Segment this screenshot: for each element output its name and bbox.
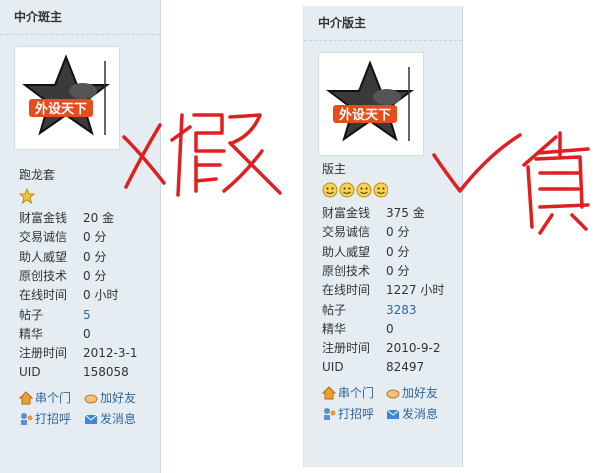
- send-message-button[interactable]: 发消息: [386, 405, 438, 423]
- envelope-icon: [386, 409, 400, 419]
- stat-row: 精华 0: [322, 320, 452, 338]
- smiley-icon: [322, 182, 338, 198]
- stat-value: 0 分: [386, 225, 410, 240]
- stat-label: 注册时间: [322, 341, 371, 356]
- svg-text:外设天下: 外设天下: [338, 107, 391, 123]
- logo-image: 外设天下: [21, 53, 111, 141]
- stat-value: 0: [83, 326, 91, 341]
- star-icon: [18, 187, 36, 205]
- stat-row: 助人威望 0 分: [19, 248, 149, 266]
- handshake-icon: [84, 394, 98, 404]
- svg-text:外设天下: 外设天下: [34, 101, 87, 117]
- envelope-icon: [84, 414, 98, 424]
- stat-row: 注册时间 2012-3-1: [19, 344, 149, 362]
- stat-label: 财富金钱: [322, 206, 371, 220]
- stat-value: 0 小时: [83, 288, 119, 303]
- handshake-icon: [386, 389, 400, 399]
- stat-row: 原创技术 0 分: [19, 267, 149, 285]
- smiley-icon: [339, 182, 355, 198]
- smiley-icon: [356, 182, 372, 198]
- stat-label: 在线时间: [322, 283, 371, 298]
- stat-value: 0 分: [386, 244, 410, 259]
- stat-label: 在线时间: [19, 288, 68, 303]
- stat-label: 原创技术: [322, 263, 371, 278]
- fake-scribble: [122, 113, 282, 197]
- user-rank: 跑龙套: [19, 168, 56, 182]
- rank-stars: [18, 187, 36, 206]
- stat-row: 助人威望 0 分: [322, 243, 452, 261]
- user-rank: 版主: [322, 162, 347, 176]
- stat-label: UID: [322, 360, 344, 375]
- posts-count-link[interactable]: 5: [83, 306, 91, 324]
- stat-value: 158058: [83, 365, 129, 380]
- rank-smileys: [322, 182, 389, 200]
- greet-button[interactable]: 打招呼: [19, 410, 71, 428]
- stat-label: 精华: [19, 326, 44, 341]
- visit-button[interactable]: 串个门: [18, 389, 71, 407]
- stat-value: 0 分: [386, 263, 410, 278]
- stat-row: 帖子 3283: [322, 301, 452, 319]
- stat-row: 注册时间 2010-9-2: [322, 339, 452, 357]
- home-icon: [321, 386, 337, 400]
- stat-value: 0: [386, 321, 394, 336]
- stat-label: UID: [19, 365, 41, 380]
- stat-label: 帖子: [19, 307, 44, 322]
- send-message-button[interactable]: 发消息: [84, 410, 136, 428]
- visit-button[interactable]: 串个门: [321, 384, 374, 402]
- stat-label: 交易诚信: [19, 230, 68, 245]
- avatar[interactable]: 外设天下: [14, 46, 120, 150]
- stat-label: 交易诚信: [322, 225, 371, 240]
- username[interactable]: 中介斑主: [0, 0, 160, 35]
- stat-row: UID 158058: [19, 363, 149, 381]
- user-panel-real: 中介版主 外设天下 版主 财富金钱 375 金交易诚信 0 分助人威望 0 分原创技术…: [303, 6, 463, 467]
- stat-value: 0 分: [83, 230, 107, 245]
- stat-label: 精华: [322, 321, 347, 336]
- username[interactable]: 中介版主: [304, 6, 462, 41]
- posts-count-link[interactable]: 3283: [386, 301, 417, 319]
- stat-value: 0 分: [83, 268, 107, 283]
- stat-value: 2012-3-1: [83, 346, 138, 361]
- stat-value: 0 分: [83, 249, 107, 264]
- user-panel-fake: 中介斑主 外设天下 跑龙套 财富金钱 20 金交易诚信 0 分助人威望 0 分原创技术…: [0, 0, 161, 473]
- smiley-icon: [373, 182, 389, 198]
- avatar[interactable]: 外设天下: [318, 52, 424, 156]
- stat-value: 2010-9-2: [386, 341, 441, 356]
- stat-row: 帖子 5: [19, 306, 149, 324]
- stat-label: 助人威望: [322, 244, 371, 259]
- stat-row: 财富金钱 20 金: [19, 209, 149, 227]
- stat-row: 在线时间 1227 小时: [322, 281, 452, 299]
- real-scribble: [432, 131, 590, 235]
- stat-label: 原创技术: [19, 268, 68, 283]
- stat-label: 帖子: [322, 302, 347, 317]
- stat-row: 原创技术 0 分: [322, 262, 452, 280]
- home-icon: [18, 391, 34, 405]
- user-greet-icon: [21, 413, 33, 425]
- stat-row: 精华 0: [19, 325, 149, 343]
- stat-label: 注册时间: [19, 346, 68, 361]
- add-friend-button[interactable]: 加好友: [386, 384, 438, 402]
- stat-value: 82497: [386, 360, 425, 375]
- stat-row: UID 82497: [322, 358, 452, 376]
- stat-value: 1227 小时: [386, 283, 445, 298]
- stat-label: 助人威望: [19, 249, 68, 264]
- user-greet-icon: [324, 408, 336, 420]
- stat-row: 在线时间 0 小时: [19, 286, 149, 304]
- stat-value: 375 金: [386, 206, 425, 220]
- add-friend-button[interactable]: 加好友: [84, 389, 136, 407]
- stat-row: 交易诚信 0 分: [19, 228, 149, 246]
- greet-button[interactable]: 打招呼: [322, 405, 374, 423]
- stat-value: 20 金: [83, 211, 115, 225]
- logo-image: 外设天下: [325, 59, 415, 147]
- stat-label: 财富金钱: [19, 211, 68, 225]
